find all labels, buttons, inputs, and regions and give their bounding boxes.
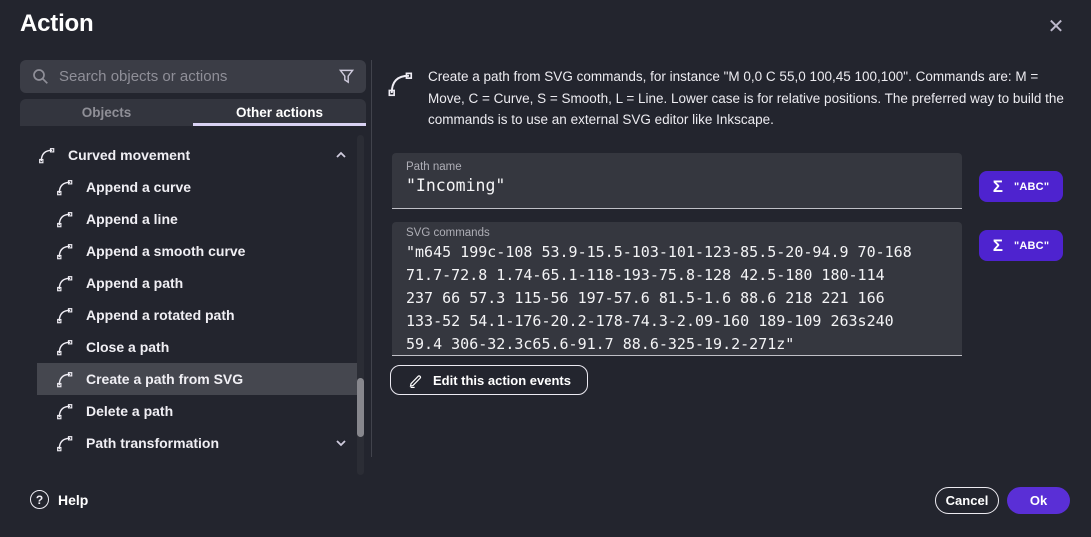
path-name-field: Path name bbox=[392, 153, 962, 209]
chevron-down-icon[interactable] bbox=[333, 435, 349, 451]
cancel-button[interactable]: Cancel bbox=[935, 487, 999, 514]
close-icon[interactable]: ✕ bbox=[1042, 12, 1070, 40]
help-button[interactable]: ? Help bbox=[30, 490, 88, 509]
list-item-append-path[interactable]: Append a path bbox=[37, 267, 358, 299]
pencil-icon bbox=[407, 372, 423, 388]
path-name-input[interactable] bbox=[406, 176, 948, 195]
list-item-append-line[interactable]: Append a line bbox=[37, 203, 358, 235]
tab-bar: Objects Other actions bbox=[20, 99, 366, 126]
expression-builder-button-svg-commands[interactable]: Σ "ABC" bbox=[979, 230, 1063, 261]
curve-icon bbox=[55, 178, 74, 197]
curve-icon bbox=[55, 242, 74, 261]
svg-commands-input[interactable]: "m645 199c-108 53.9-15.5-103-101-123-85.… bbox=[406, 241, 948, 356]
question-mark-icon: ? bbox=[30, 490, 49, 509]
group-label: Curved movement bbox=[68, 147, 190, 163]
chevron-up-icon[interactable] bbox=[333, 147, 349, 163]
list-group-curved-movement[interactable]: Curved movement bbox=[37, 139, 358, 171]
svg-commands-field: SVG commands "m645 199c-108 53.9-15.5-10… bbox=[392, 222, 962, 356]
action-description: Create a path from SVG commands, for ins… bbox=[428, 66, 1068, 131]
list-item-create-path-from-svg[interactable]: Create a path from SVG bbox=[37, 363, 358, 395]
ok-button[interactable]: Ok bbox=[1007, 487, 1070, 514]
search-input[interactable] bbox=[59, 68, 338, 85]
list-item-delete-path[interactable]: Delete a path bbox=[37, 395, 358, 427]
search-icon bbox=[32, 68, 49, 85]
filter-icon[interactable] bbox=[338, 68, 355, 85]
action-list: Curved movement Append a curve Append a … bbox=[37, 139, 358, 459]
list-item-append-curve[interactable]: Append a curve bbox=[37, 171, 358, 203]
tab-other-actions[interactable]: Other actions bbox=[193, 99, 366, 126]
list-scrollbar bbox=[357, 135, 364, 475]
tab-objects[interactable]: Objects bbox=[20, 99, 193, 126]
curve-icon bbox=[55, 434, 74, 453]
list-item-close-path[interactable]: Close a path bbox=[37, 331, 358, 363]
sigma-icon: Σ bbox=[993, 178, 1003, 195]
expression-builder-button-path-name[interactable]: Σ "ABC" bbox=[979, 171, 1063, 202]
sigma-icon: Σ bbox=[993, 237, 1003, 254]
curve-icon bbox=[55, 306, 74, 325]
panel-divider bbox=[371, 60, 372, 457]
path-name-label: Path name bbox=[406, 161, 948, 173]
curve-icon bbox=[55, 338, 74, 357]
scrollbar-thumb[interactable] bbox=[357, 378, 364, 437]
list-item-append-rotated-path[interactable]: Append a rotated path bbox=[37, 299, 358, 331]
action-dialog: Action ✕ Objects Other actions Curved mo… bbox=[0, 0, 1091, 537]
curve-icon-large bbox=[385, 69, 415, 99]
list-item-append-smooth-curve[interactable]: Append a smooth curve bbox=[37, 235, 358, 267]
search-bar bbox=[20, 60, 366, 93]
edit-action-events-button[interactable]: Edit this action events bbox=[390, 365, 588, 395]
curve-icon bbox=[55, 210, 74, 229]
svg-commands-label: SVG commands bbox=[406, 227, 948, 239]
page-title: Action bbox=[20, 10, 93, 38]
curve-icon bbox=[55, 402, 74, 421]
curve-icon bbox=[55, 274, 74, 293]
curve-icon bbox=[37, 146, 56, 165]
curve-icon bbox=[55, 370, 74, 389]
list-item-path-transformation[interactable]: Path transformation bbox=[37, 427, 358, 459]
